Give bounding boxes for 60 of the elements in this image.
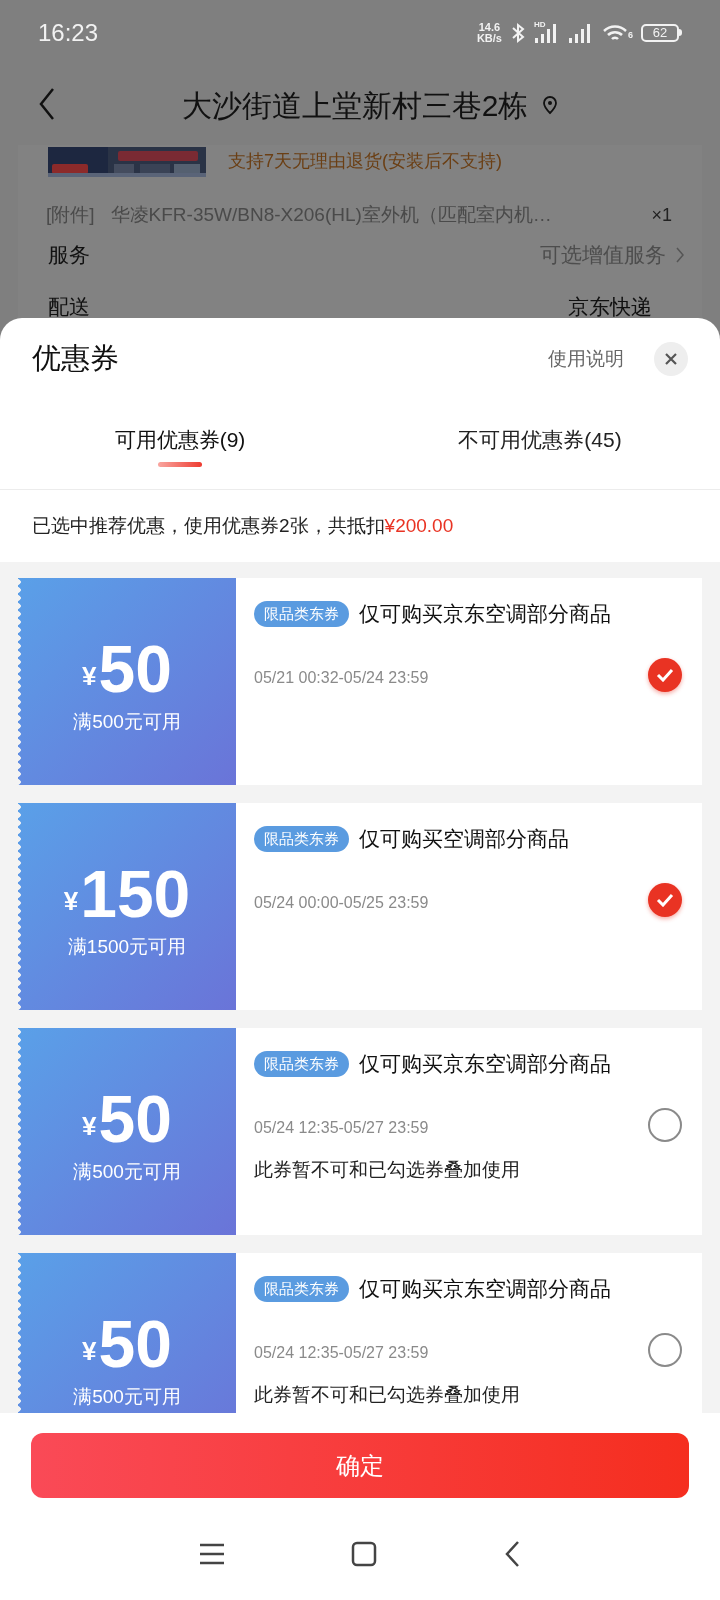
select-checkbox[interactable] — [648, 658, 682, 692]
sheet-title: 优惠券 — [32, 341, 119, 377]
attachment-tag: [附件] — [46, 200, 95, 230]
status-time: 16:23 — [38, 17, 99, 48]
category-tag: 限品类东券 — [254, 1275, 349, 1302]
currency-symbol: ¥ — [82, 660, 97, 694]
currency-symbol: ¥ — [82, 1110, 97, 1144]
network-speed-unit: KB/s — [476, 32, 502, 44]
coupon-title: 仅可购买京东空调部分商品 — [359, 601, 611, 627]
chevron-right-icon — [676, 247, 684, 263]
check-icon — [656, 893, 674, 907]
check-icon — [656, 668, 674, 682]
coupon-title: 仅可购买京东空调部分商品 — [359, 1051, 611, 1077]
attachment-name: 华凌KFR-35W/BN8-X206(HL)室外机（匹配室内机… — [110, 202, 553, 227]
menu-icon[interactable] — [199, 1543, 225, 1565]
currency-symbol: ¥ — [82, 1335, 97, 1369]
category-tag: 限品类东券 — [254, 600, 349, 627]
row-value: 京东快递 — [568, 295, 652, 319]
attachment-quantity: ×1 — [651, 203, 672, 227]
savings-summary: 已选中推荐优惠，使用优惠券2张，共抵扣¥200.00 — [32, 513, 454, 538]
currency-symbol: ¥ — [63, 885, 79, 919]
coupon-title: 仅可购买京东空调部分商品 — [359, 1276, 611, 1302]
home-icon[interactable] — [351, 1541, 377, 1567]
row-label: 配送 — [48, 294, 90, 321]
confirm-button[interactable]: 确定 — [31, 1433, 689, 1498]
battery-icon: 62 — [641, 23, 679, 42]
back-icon[interactable] — [503, 1540, 521, 1568]
wifi-label: 6 — [628, 29, 633, 42]
category-tag: 限品类东券 — [254, 825, 349, 852]
select-checkbox[interactable] — [648, 1333, 682, 1367]
coupon-condition: 满500元可用 — [73, 1160, 181, 1185]
coupon-condition: 满500元可用 — [73, 1385, 181, 1410]
category-tag: 限品类东券 — [254, 1050, 349, 1077]
coupon-tab[interactable]: 不可用优惠券(45) — [458, 424, 622, 456]
coupon-condition: 满500元可用 — [73, 710, 181, 735]
select-checkbox[interactable] — [648, 1108, 682, 1142]
bluetooth-icon — [510, 21, 526, 44]
coupon-amount: 150 — [80, 861, 191, 928]
coupon-condition: 满1500元可用 — [67, 935, 187, 960]
back-icon[interactable] — [38, 87, 56, 121]
signal-label: HD — [534, 18, 546, 31]
row-label: 服务 — [48, 242, 90, 269]
location-icon — [542, 95, 559, 115]
usage-instructions-link[interactable]: 使用说明 — [548, 344, 624, 374]
coupon-note: 此券暂不可和已勾选券叠加使用 — [254, 1382, 520, 1407]
validity-period: 05/21 00:32-05/24 23:59 — [254, 667, 429, 688]
select-checkbox[interactable] — [648, 883, 682, 917]
validity-period: 05/24 12:35-05/27 23:59 — [254, 1117, 429, 1138]
address-title: 大沙街道上堂新村三巷2栋 — [181, 87, 529, 124]
coupon-amount: 50 — [98, 636, 172, 703]
coupon-tab[interactable]: 可用优惠券(9) — [114, 424, 246, 456]
close-icon[interactable] — [654, 342, 688, 376]
validity-period: 05/24 00:00-05/25 23:59 — [254, 892, 429, 913]
validity-period: 05/24 12:35-05/27 23:59 — [254, 1342, 429, 1363]
coupon-amount: 50 — [98, 1311, 172, 1378]
network-speed: 14.6 — [478, 21, 501, 33]
coupon-amount: 50 — [98, 1086, 172, 1153]
coupon-note: 此券暂不可和已勾选券叠加使用 — [254, 1157, 520, 1182]
coupon-title: 仅可购买空调部分商品 — [359, 826, 569, 852]
return-policy-note: 支持7天无理由退货(安装后不支持) — [228, 150, 502, 173]
